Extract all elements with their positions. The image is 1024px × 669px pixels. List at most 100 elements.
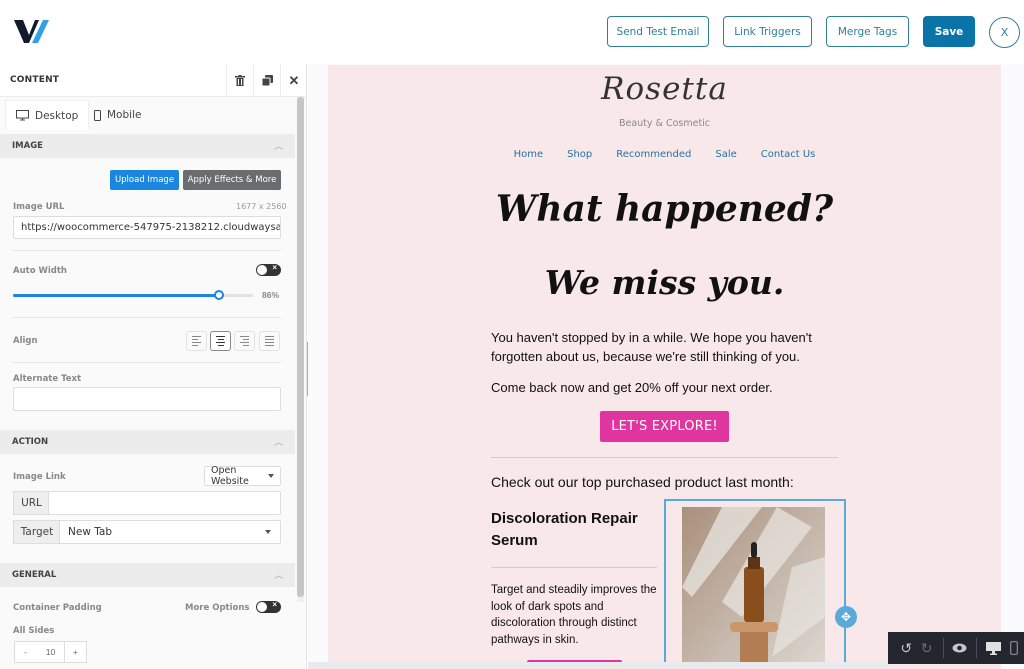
device-tabs: Desktop Mobile <box>0 97 296 131</box>
image-url-label: Image URL <box>13 202 65 212</box>
divider <box>491 457 838 458</box>
align-center-button[interactable] <box>210 331 231 351</box>
product-description: Target and steadily improves the look of… <box>491 584 657 646</box>
link-triggers-button[interactable]: Link Triggers <box>723 16 812 47</box>
padding-decrement-button[interactable]: - <box>14 641 37 663</box>
auto-width-toggle[interactable]: × <box>256 263 281 276</box>
send-test-email-button[interactable]: Send Test Email <box>607 16 709 47</box>
mobile-icon <box>94 109 101 121</box>
mobile-view-icon <box>1009 641 1018 655</box>
width-slider[interactable] <box>13 290 253 300</box>
link-type-value: Open Website <box>211 465 249 487</box>
toggle-off-icon: × <box>272 600 277 609</box>
tab-mobile-label: Mobile <box>107 109 142 121</box>
image-dimensions: 1677 x 2560 <box>236 202 287 211</box>
product-title: Discoloration Repair Serum <box>491 510 638 549</box>
move-handle[interactable]: ✥ <box>835 606 857 628</box>
product-intro: Check out our top purchased product last… <box>491 474 794 490</box>
tab-mobile[interactable]: Mobile <box>84 100 151 130</box>
apply-effects-button[interactable]: Apply Effects & More <box>183 170 281 190</box>
top-bar: Send Test Email Link Triggers Merge Tags… <box>0 0 1024 64</box>
target-addon: Target <box>13 520 60 544</box>
nav-link-sale[interactable]: Sale <box>714 149 737 160</box>
move-arrows-icon: ✥ <box>840 610 852 624</box>
all-sides-label: All Sides <box>13 626 55 636</box>
offer-paragraph: Come back now and get 20% off your next … <box>491 380 773 395</box>
url-addon: URL <box>13 491 49 515</box>
action-section-header[interactable]: ACTION ︿ <box>0 430 295 454</box>
panel-scrollbar[interactable] <box>297 97 304 602</box>
width-value: 86% <box>262 290 280 300</box>
close-icon: ✕ <box>288 72 300 88</box>
serum-bottle-photo <box>682 507 825 669</box>
canvas-horizontal-scrollbar[interactable] <box>308 662 888 669</box>
divider <box>13 317 281 318</box>
image-section-header[interactable]: IMAGE ︿ <box>0 134 295 158</box>
divider <box>491 567 657 568</box>
alt-text-label: Alternate Text <box>13 374 82 384</box>
target-select[interactable]: New Tab <box>59 520 281 544</box>
preview-toolbar: ↺ ↻ <box>888 632 1024 664</box>
delete-button[interactable] <box>226 64 253 97</box>
desktop-view-button[interactable] <box>983 632 1003 664</box>
email-nav: Home Shop Recommended Sale Contact Us <box>328 149 1001 160</box>
align-left-icon <box>192 336 201 346</box>
copy-icon <box>261 75 273 86</box>
content-panel: CONTENT ✕ Desktop Mobile IMAGE ︿ Upload … <box>0 64 307 669</box>
intro-paragraph: You haven't stopped by in a while. We ho… <box>491 330 812 364</box>
general-section-title: GENERAL <box>12 570 57 580</box>
scrollbar-thumb[interactable] <box>297 97 304 597</box>
close-editor-button[interactable]: X <box>989 17 1020 48</box>
panel-header: CONTENT ✕ <box>0 64 306 97</box>
link-type-dropdown[interactable]: Open Website <box>204 465 281 487</box>
more-options-label: More Options <box>185 603 250 613</box>
padding-increment-button[interactable]: + <box>64 641 87 663</box>
general-section-header[interactable]: GENERAL ︿ <box>0 563 295 587</box>
padding-value-input[interactable]: 10 <box>36 641 65 663</box>
undo-button[interactable]: ↺ <box>896 632 916 664</box>
preview-button[interactable] <box>950 632 970 664</box>
align-left-button[interactable] <box>186 331 207 351</box>
tab-desktop[interactable]: Desktop <box>5 100 90 130</box>
chevron-up-icon: ︿ <box>273 570 283 580</box>
nav-link-contact[interactable]: Contact Us <box>760 149 817 160</box>
headline-secondary: We miss you. <box>544 263 785 302</box>
redo-button[interactable]: ↻ <box>916 632 936 664</box>
image-section-title: IMAGE <box>12 141 43 151</box>
trash-icon <box>235 75 245 86</box>
align-justify-icon <box>265 336 274 346</box>
align-right-icon <box>240 336 249 346</box>
save-button[interactable]: Save <box>923 16 975 47</box>
nav-link-recommended[interactable]: Recommended <box>615 149 692 160</box>
explore-cta-button[interactable]: LET'S EXPLORE! <box>600 411 729 442</box>
eye-icon <box>952 643 967 653</box>
caret-down-icon <box>265 530 271 534</box>
divider <box>13 362 281 363</box>
align-center-icon <box>216 336 225 346</box>
duplicate-button[interactable] <box>253 64 280 97</box>
nav-link-shop[interactable]: Shop <box>566 149 593 160</box>
brand-logo-icon[interactable] <box>14 17 56 45</box>
image-link-label: Image Link <box>13 472 66 482</box>
alt-text-input[interactable] <box>13 387 281 411</box>
width-slider-thumb[interactable] <box>214 290 225 300</box>
upload-image-button[interactable]: Upload Image <box>110 170 179 190</box>
align-right-button[interactable] <box>234 331 255 351</box>
align-justify-button[interactable] <box>259 331 280 351</box>
brand-name: Rosetta <box>601 71 728 107</box>
separator <box>976 638 978 658</box>
align-label: Align <box>13 336 38 346</box>
link-url-input[interactable] <box>48 491 281 515</box>
desktop-icon <box>16 110 29 121</box>
redo-icon: ↻ <box>920 639 933 656</box>
image-url-input[interactable]: https://woocommerce-547975-2138212.cloud… <box>13 216 281 239</box>
close-panel-button[interactable]: ✕ <box>280 64 306 97</box>
width-slider-fill <box>13 294 220 297</box>
nav-link-home[interactable]: Home <box>513 149 545 160</box>
merge-tags-button[interactable]: Merge Tags <box>826 16 909 47</box>
mobile-view-button[interactable] <box>1004 632 1024 664</box>
target-value: New Tab <box>68 526 113 538</box>
product-image[interactable] <box>682 507 825 669</box>
brand-tagline: Beauty & Cosmetic <box>618 118 711 129</box>
more-options-toggle[interactable]: × <box>256 600 281 613</box>
